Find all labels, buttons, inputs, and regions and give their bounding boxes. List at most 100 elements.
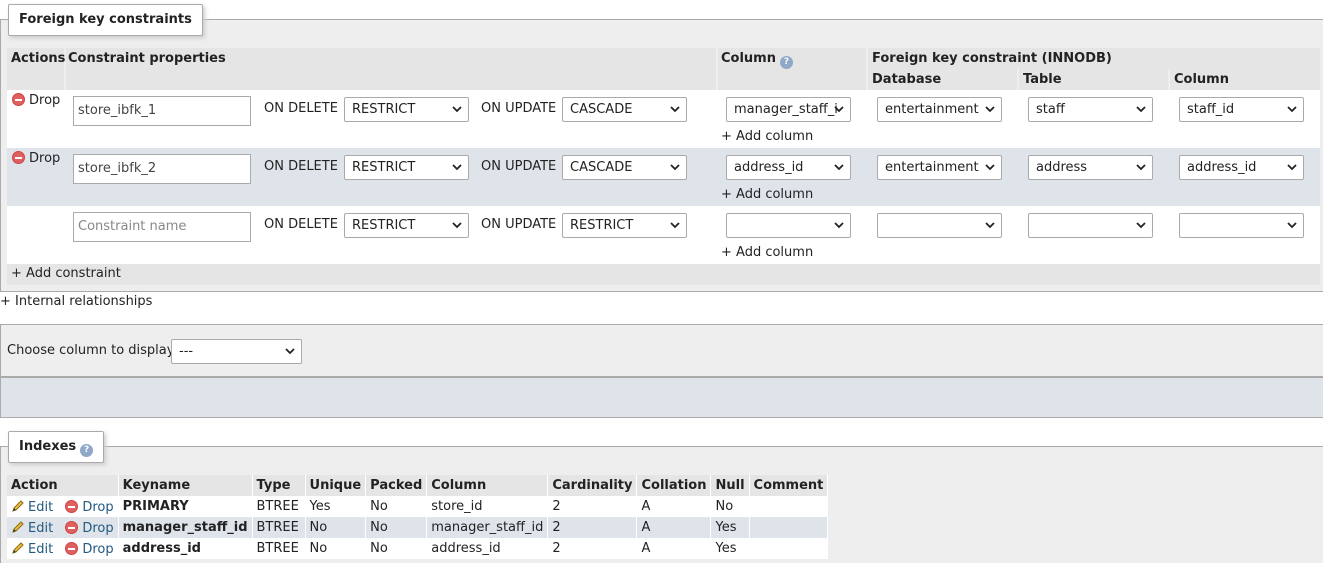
drop-button[interactable]: Drop — [65, 541, 114, 557]
table-select[interactable] — [1028, 213, 1153, 238]
table-row: Edit Drop address_id BTREE No No address… — [7, 538, 829, 559]
pencil-icon — [12, 520, 24, 533]
database-select[interactable] — [877, 213, 1002, 238]
on-delete-select[interactable]: RESTRICT — [344, 213, 469, 238]
packed-cell: No — [365, 496, 428, 517]
cardinality-cell: 2 — [547, 517, 638, 538]
on-update-label: ON UPDATE — [481, 101, 557, 116]
unique-cell: No — [305, 517, 367, 538]
collation-cell: A — [636, 517, 712, 538]
cardinality-cell: 2 — [547, 538, 638, 559]
ref-column-select[interactable]: staff_id — [1179, 97, 1304, 122]
add-column-link[interactable]: + Add column — [721, 245, 813, 261]
chevron-down-icon — [834, 106, 844, 113]
chevron-down-icon — [452, 164, 462, 171]
col-header: Type — [252, 475, 306, 496]
drop-icon — [12, 93, 25, 106]
chevron-down-icon — [670, 164, 680, 171]
on-delete-label: ON DELETE — [264, 101, 338, 116]
drop-icon — [12, 151, 25, 164]
col-header: Unique — [305, 475, 367, 496]
indexes-header-row: Action Keyname Type Unique Packed Column… — [7, 475, 829, 496]
ref-column-select[interactable] — [1179, 213, 1304, 238]
on-update-select[interactable]: CASCADE — [562, 97, 687, 122]
cardinality-cell: 2 — [547, 496, 638, 517]
chevron-down-icon — [834, 164, 844, 171]
keyname-cell: manager_staff_id — [118, 517, 253, 538]
column-select[interactable] — [726, 213, 851, 238]
comment-cell — [749, 496, 829, 517]
unique-cell: Yes — [305, 496, 367, 517]
drop-button[interactable]: Drop — [65, 499, 114, 515]
drop-button[interactable]: Drop — [12, 93, 60, 109]
comment-cell — [749, 517, 829, 538]
keyname-cell: address_id — [118, 538, 253, 559]
packed-cell: No — [365, 517, 428, 538]
chevron-down-icon — [452, 106, 462, 113]
type-cell: BTREE — [252, 517, 306, 538]
table-select[interactable]: staff — [1028, 97, 1153, 122]
add-column-link[interactable]: + Add column — [721, 187, 813, 203]
unique-cell: No — [305, 538, 367, 559]
chevron-down-icon — [1287, 222, 1297, 229]
chevron-down-icon — [985, 164, 995, 171]
col-header: Comment — [749, 475, 829, 496]
constraint-name-input[interactable]: store_ibfk_2 — [73, 154, 251, 184]
header-fk-constraint: Foreign key constraint (INNODB) — [868, 48, 1320, 69]
constraint-name-input[interactable]: Constraint name — [73, 212, 251, 242]
header-database: Database — [868, 69, 1017, 90]
drop-button[interactable]: Drop — [65, 520, 114, 536]
chevron-down-icon — [670, 222, 680, 229]
on-update-select[interactable]: RESTRICT — [562, 213, 687, 238]
database-select[interactable]: entertainment — [877, 97, 1002, 122]
constraint-name-input[interactable]: store_ibfk_1 — [73, 96, 251, 126]
null-cell: No — [710, 496, 750, 517]
null-cell: Yes — [710, 517, 750, 538]
add-constraint-link[interactable]: + Add constraint — [11, 266, 121, 282]
help-icon[interactable]: ? — [80, 444, 94, 457]
on-update-label: ON UPDATE — [481, 159, 557, 174]
header-constraint-properties: Constraint properties — [66, 48, 716, 69]
comment-cell — [749, 538, 829, 559]
action-cell: Edit Drop — [7, 538, 119, 559]
internal-relationships-link[interactable]: + Internal relationships — [0, 294, 152, 310]
column-select[interactable]: manager_staff_i — [726, 97, 851, 122]
ref-column-select[interactable]: address_id — [1179, 155, 1304, 180]
edit-button[interactable]: Edit — [11, 542, 53, 557]
chevron-down-icon — [1287, 164, 1297, 171]
table-row: Edit Drop PRIMARY BTREE Yes No store_id … — [7, 496, 829, 517]
indexes-legend: Indexes? — [8, 431, 105, 463]
collation-cell: A — [636, 496, 712, 517]
edit-button[interactable]: Edit — [11, 521, 53, 536]
table-select[interactable]: address — [1028, 155, 1153, 180]
col-header: Keyname — [118, 475, 253, 496]
drop-button[interactable]: Drop — [12, 151, 60, 167]
chevron-down-icon — [1136, 106, 1146, 113]
pencil-icon — [12, 541, 24, 554]
col-header: Null — [710, 475, 750, 496]
display-column-select[interactable]: --- — [171, 339, 302, 364]
type-cell: BTREE — [252, 538, 306, 559]
col-header: Collation — [636, 475, 712, 496]
database-select[interactable]: entertainment — [877, 155, 1002, 180]
add-column-link[interactable]: + Add column — [721, 129, 813, 145]
header-actions: Actions — [7, 48, 65, 69]
column-select[interactable]: address_id — [726, 155, 851, 180]
help-icon[interactable]: ? — [779, 56, 793, 69]
null-cell: Yes — [710, 538, 750, 559]
col-header: Packed — [365, 475, 428, 496]
header-ref-column: Column — [1170, 69, 1320, 90]
on-delete-select[interactable]: RESTRICT — [344, 97, 469, 122]
header-column: Column? — [718, 48, 866, 69]
col-header: Column — [426, 475, 549, 496]
edit-button[interactable]: Edit — [11, 500, 53, 515]
chevron-down-icon — [1136, 164, 1146, 171]
add-constraint-row — [7, 264, 1320, 285]
chevron-down-icon — [985, 222, 995, 229]
header-table: Table — [1019, 69, 1168, 90]
on-update-select[interactable]: CASCADE — [562, 155, 687, 180]
on-delete-label: ON DELETE — [264, 159, 338, 174]
table-row: Edit Drop manager_staff_id BTREE No No m… — [7, 517, 829, 538]
chevron-down-icon — [834, 222, 844, 229]
on-delete-select[interactable]: RESTRICT — [344, 155, 469, 180]
